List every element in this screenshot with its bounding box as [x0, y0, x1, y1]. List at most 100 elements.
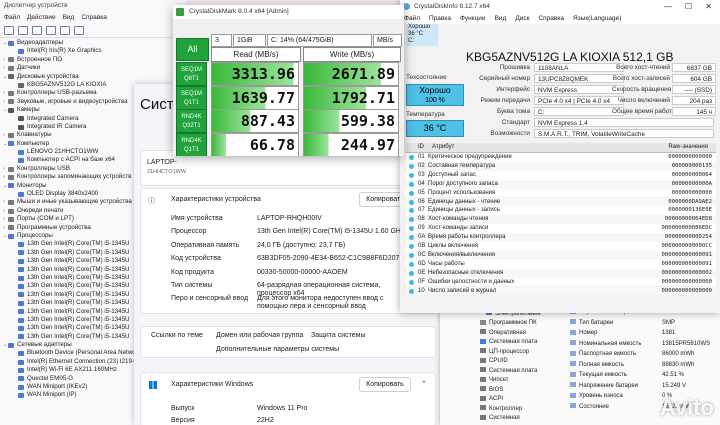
test-button[interactable]: RND4K Q1T1 [176, 132, 207, 156]
smart-row[interactable]: 09 Хост-команды записи 000000000086EDC [406, 224, 716, 234]
close-icon[interactable]: ✕ [705, 0, 712, 13]
device-icon [18, 317, 24, 323]
smart-row[interactable]: 0D Часы работы 000000000000091 [406, 259, 716, 269]
menu-action[interactable]: Действие [27, 14, 56, 21]
sensor-tree-item[interactable]: Системная плата [480, 367, 537, 376]
smart-name: Порог доступного запаса [428, 180, 498, 187]
minimize-icon[interactable]: — [664, 0, 672, 13]
sensor-tree-item[interactable]: Оперативная [480, 329, 526, 338]
maximize-icon[interactable]: ☐ [685, 0, 692, 13]
device-icon [8, 132, 14, 138]
spec-label: Перо и сенсорный ввод [171, 295, 249, 303]
unit-select[interactable]: MB/s [373, 34, 402, 47]
sensor-tree-item[interactable]: Системная плата [480, 338, 537, 347]
link-domain-workgroup[interactable]: Домен или рабочая группа [216, 332, 303, 339]
device-icon [8, 200, 14, 206]
menu-view[interactable]: Вид [63, 14, 75, 21]
menu-language[interactable]: Язык(Language) [573, 15, 621, 22]
smart-row[interactable]: 03 Доступный запас 000000000064 [406, 170, 716, 180]
test-size-select[interactable]: 1GiB [233, 34, 266, 47]
smart-row[interactable]: 07 Единицы данных - запись 0000000136E0E [406, 206, 716, 216]
smart-name: Часы работы [428, 260, 465, 267]
device-icon [8, 141, 14, 147]
tree-node[interactable]: ⌄ Дисковые устройства [3, 73, 186, 81]
smart-row[interactable]: 10 Число записей в журнал 000000000000000 [406, 286, 716, 296]
info-value: 604 GB [672, 74, 716, 83]
sensor-tree-item[interactable]: Системная [480, 414, 520, 423]
test-button[interactable]: RND4K Q32T1 [176, 109, 207, 133]
smart-row[interactable]: 05 Процент использования 000000000000 [406, 188, 716, 198]
info-label: Общее время работы [612, 108, 677, 115]
drive-select[interactable]: C: 14% (64/475GiB) [267, 34, 372, 47]
property-icon [570, 319, 576, 325]
smart-name: Доступный запас [428, 171, 476, 178]
link-advanced-system[interactable]: Дополнительные параметры системы [216, 346, 339, 353]
menu-edit[interactable]: Правка [429, 15, 451, 22]
copy-windows-button[interactable]: Копировать [359, 377, 411, 392]
smart-row[interactable]: 02 Составная температура 000000000135 [406, 161, 716, 171]
smart-name: Число записей в журнал [428, 287, 497, 294]
windows-logo-icon [149, 381, 157, 389]
menu-view[interactable]: Вид [495, 15, 507, 22]
sensor-icon [480, 367, 486, 373]
sensor-tree-item[interactable]: Программное ПК [480, 319, 537, 328]
smart-row[interactable]: 0B Циклы включения 0000000000000CC [406, 242, 716, 251]
sensor-tree-item[interactable]: ЦП-процессор [480, 348, 529, 357]
help-icon[interactable] [46, 25, 56, 35]
spec-label: Тип системы [171, 282, 213, 289]
smart-row[interactable]: 0F Ошибки целостности и данных 00000000000… [406, 277, 716, 287]
run-all-button[interactable]: All [176, 38, 209, 61]
smart-id: 05 [418, 189, 425, 196]
menu-help[interactable]: Справка [81, 14, 107, 21]
menu-help[interactable]: Справка [538, 15, 564, 22]
crystaldiskmark-window: CrystalDiskMark 8.0.4 x64 [Admin] All 3 … [173, 5, 404, 156]
back-icon[interactable] [4, 25, 14, 35]
cdi-title: CrystalDiskInfo 8.12.7 x64 [414, 3, 490, 10]
tree-node[interactable]: › Встроенное ПО [3, 56, 186, 64]
tree-node[interactable]: ⌄ Видеоадаптеры [3, 39, 186, 47]
menu-functions[interactable]: Функции [460, 15, 486, 22]
device-icon [18, 284, 24, 290]
sensor-tree-label: BIOS [489, 386, 504, 393]
device-icon [18, 376, 24, 382]
info-value: C: [534, 107, 624, 116]
smart-row[interactable]: 06 Единицы данных - чтение 0000000DA9AE2 [406, 197, 716, 207]
tree-node[interactable]: › Датчики [3, 64, 186, 72]
menu-file[interactable]: Файл [404, 15, 420, 22]
property-row: Номинальная емкость [570, 340, 641, 349]
smart-row[interactable]: 08 Хост-команды чтения 00000000064ED8 [406, 215, 716, 225]
status-dot-icon [409, 172, 414, 178]
chevron-up-icon[interactable]: ⌃ [421, 380, 427, 388]
smart-row[interactable]: 0C Включения/выключения 000000000000091 [406, 250, 716, 260]
sensor-tree-item[interactable]: BIOS [480, 386, 503, 395]
tree-node[interactable]: Intel(R) Iris(R) Xe Graphics [3, 47, 186, 55]
status-dot-icon [409, 279, 414, 285]
link-system-protection[interactable]: Защита системы [311, 332, 366, 339]
tree-node-label: Камеры [17, 106, 40, 114]
smart-row[interactable]: 04 Порог доступного запаса 00000000000A [406, 179, 716, 189]
test-button[interactable]: SEQ1M Q1T1 [176, 85, 207, 110]
disk-tab-c[interactable]: Хорошо 36 °C C: [406, 24, 438, 46]
sensor-tree-item[interactable]: Контроллер [480, 405, 522, 414]
menu-disk[interactable]: Диск [515, 15, 529, 22]
properties-icon[interactable] [32, 25, 42, 35]
health-percent: 100 % [425, 97, 445, 104]
info-value: PCIe 4.0 x4 | PCIe 4.0 x4 [534, 96, 624, 105]
monitor-icon[interactable] [74, 25, 84, 35]
scan-icon[interactable] [60, 25, 70, 35]
forward-icon[interactable] [18, 25, 28, 35]
smart-row[interactable]: 0E Небезопасные отключения 000000000000002 [406, 268, 716, 278]
sensor-tree-item[interactable]: ACPI [480, 395, 503, 404]
tree-node-label: Встроенное ПО [17, 55, 63, 63]
smart-row[interactable]: 01 Критическое предупреждение 000000000000… [406, 153, 716, 162]
smart-row[interactable]: 0A Время работы контроллера 00000000000254 [406, 233, 716, 242]
sensor-tree-item[interactable]: Чипсет [480, 376, 509, 385]
menu-file[interactable]: Файл [4, 14, 20, 21]
temperature-label: Температура [406, 111, 445, 118]
test-count-select[interactable]: 3 [211, 34, 232, 47]
sensor-tree-item[interactable]: CPUID [480, 357, 508, 366]
property-row: Номер [570, 329, 597, 338]
test-button[interactable]: SEQ1M Q8T1 [176, 62, 207, 86]
smart-id: 0C [418, 251, 426, 258]
smart-name: Единицы данных - чтение [428, 198, 501, 205]
